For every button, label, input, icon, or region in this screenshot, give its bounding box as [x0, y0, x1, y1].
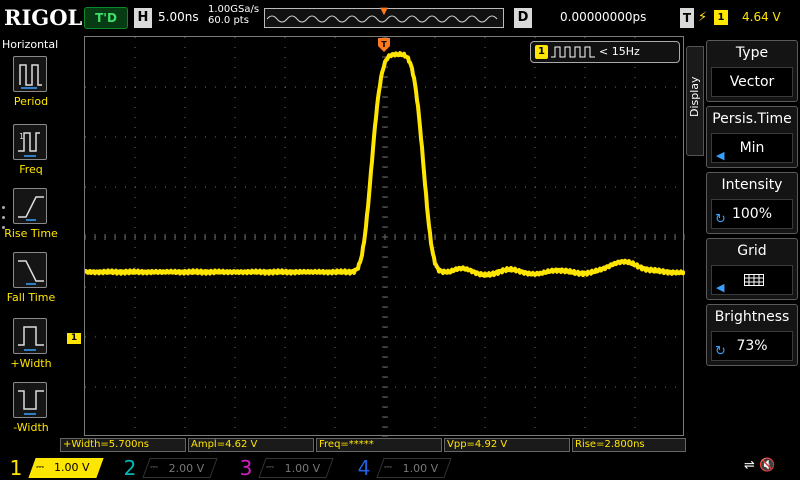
arrow-left-icon: ◀ [716, 281, 725, 294]
trigger-level-value[interactable]: 4.64 V [742, 10, 781, 24]
trigger-position-top-icon: ▼ [380, 6, 388, 17]
display-type-softkey[interactable]: Type Vector [706, 40, 798, 102]
persistence-value-box: ◀ Min [711, 133, 793, 163]
arrow-left-icon: ◀ [716, 149, 725, 162]
channel4-number: 4 [357, 456, 371, 480]
brightness-value: 73% [736, 338, 768, 354]
display-menu-tab: Display [686, 46, 704, 156]
horizontal-key-label: H [134, 8, 152, 28]
rising-edge-icon: ⚡ [698, 10, 708, 25]
positive-width-label: +Width [10, 357, 52, 370]
measure-positive-width-button[interactable]: +Width [0, 318, 62, 382]
grid-icon [744, 274, 764, 286]
fall-time-label: Fall Time [6, 291, 56, 304]
display-menu-tab-label: Display [688, 76, 701, 117]
fall-time-icon [13, 252, 47, 288]
delay-value[interactable]: 0.00000000ps [560, 10, 646, 24]
negative-width-icon [13, 382, 47, 418]
grid-softkey[interactable]: Grid ◀ [706, 238, 798, 300]
knob-icon: ↻ [715, 344, 726, 359]
menu-page-dots [2, 206, 6, 236]
measure-freq-button[interactable]: 1 Freq [0, 124, 62, 188]
system-icons: ⇌ 🔇 [744, 458, 775, 473]
sample-info: 1.00GSa/s 60.0 pts [208, 4, 259, 26]
measurement-frequency[interactable]: Freq=***** [316, 438, 442, 452]
measurement-rise-time[interactable]: Rise=2.800ns [572, 438, 686, 452]
persistence-value: Min [739, 140, 765, 156]
channel4-status[interactable]: 4 1.00 V ⎓ [352, 456, 462, 480]
positive-width-icon [13, 318, 47, 354]
measurement-vpp[interactable]: Vpp=4.92 V [444, 438, 570, 452]
intensity-title: Intensity [721, 177, 783, 193]
channel4-scale: 1.00 V [402, 462, 439, 475]
trigger-key-label: T [680, 8, 694, 28]
channel2-number: 2 [123, 456, 137, 480]
measurement-bar: +Width=5.700ns Ampl=4.62 V Freq=***** Vp… [60, 438, 688, 452]
usb-icon: ⇌ [744, 458, 755, 473]
memory-depth: 60.0 pts [208, 15, 249, 26]
speaker-mute-icon[interactable]: 🔇 [759, 458, 775, 473]
persistence-time-softkey[interactable]: Persis.Time ◀ Min [706, 106, 798, 168]
run-status-badge[interactable]: T'D [84, 7, 128, 29]
top-status-bar: RIGOL T'D H 5.00ns 1.00GSa/s 60.0 pts ▼ … [0, 0, 800, 36]
channel3-number: 3 [239, 456, 253, 480]
square-wave-icon [551, 46, 595, 58]
grid-title: Grid [737, 243, 767, 259]
sample-rate: 1.00GSa/s [208, 4, 260, 15]
trigger-position-icon[interactable]: T [378, 38, 390, 52]
waveform-display[interactable] [84, 36, 685, 437]
timebase-value[interactable]: 5.00ns [158, 10, 199, 24]
intensity-softkey[interactable]: Intensity ↻ 100% [706, 172, 798, 234]
brightness-softkey[interactable]: Brightness ↻ 73% [706, 304, 798, 366]
dc-coupling-icon: ⎓ [266, 462, 274, 473]
dc-coupling-icon: ⎓ [384, 462, 392, 473]
period-icon [13, 56, 47, 92]
knob-icon: ↻ [715, 212, 726, 227]
rise-time-icon [13, 188, 47, 224]
channel1-offset-marker[interactable]: 1 [67, 333, 81, 344]
channel1-status[interactable]: 1 1.00 V ⎓ [4, 456, 114, 480]
channel3-status[interactable]: 3 1.00 V ⎓ [234, 456, 344, 480]
horizontal-measure-menu: Horizontal Period 1 Freq Rise Time Fall … [0, 36, 62, 436]
period-label: Period [13, 95, 49, 108]
channel1-trace [85, 51, 685, 278]
channel1-waveform [85, 51, 685, 278]
measurement-positive-width[interactable]: +Width=5.700ns [60, 438, 186, 452]
svg-text:T: T [381, 40, 387, 49]
channel3-scale: 1.00 V [284, 462, 321, 475]
channel2-scale: 2.00 V [168, 462, 205, 475]
brand-logo: RIGOL [4, 5, 83, 30]
channel1-scale: 1.00 V [54, 461, 90, 474]
dc-coupling-icon: ⎓ [150, 462, 158, 473]
grid-value-box: ◀ [711, 265, 793, 295]
channel1-number: 1 [9, 456, 23, 480]
brightness-title: Brightness [714, 309, 790, 325]
channel-status-bar: 1 1.00 V ⎓ 2 2.00 V ⎓ 3 1.00 V ⎓ 4 1.00 … [0, 454, 800, 480]
measurement-amplitude[interactable]: Ampl=4.62 V [188, 438, 314, 452]
display-menu: Display Type Vector Persis.Time ◀ Min In… [686, 36, 800, 436]
frequency-counter: 1 < 15Hz [530, 41, 680, 63]
left-menu-title: Horizontal [2, 38, 59, 51]
freq-label: Freq [19, 163, 43, 176]
counter-channel-badge: 1 [535, 45, 548, 59]
brightness-value-box: ↻ 73% [711, 331, 793, 361]
type-value: Vector [711, 67, 793, 97]
dc-coupling-icon: ⎓ [36, 462, 44, 473]
persistence-title: Persis.Time [712, 111, 792, 127]
freq-icon: 1 [13, 124, 47, 160]
measure-negative-width-button[interactable]: -Width [0, 382, 62, 446]
svg-text:1: 1 [19, 132, 24, 141]
intensity-value-box: ↻ 100% [711, 199, 793, 229]
type-title: Type [735, 45, 769, 61]
measure-rise-time-button[interactable]: Rise Time [0, 188, 62, 252]
rise-time-label: Rise Time [4, 227, 58, 240]
trigger-source-badge: 1 [714, 10, 728, 25]
measure-fall-time-button[interactable]: Fall Time [0, 252, 62, 316]
channel2-status[interactable]: 2 2.00 V ⎓ [118, 456, 228, 480]
negative-width-label: -Width [13, 421, 49, 434]
delay-key-label: D [514, 8, 532, 28]
measure-period-button[interactable]: Period [0, 56, 62, 120]
intensity-value: 100% [731, 206, 773, 222]
counter-value: < 15Hz [599, 45, 640, 58]
